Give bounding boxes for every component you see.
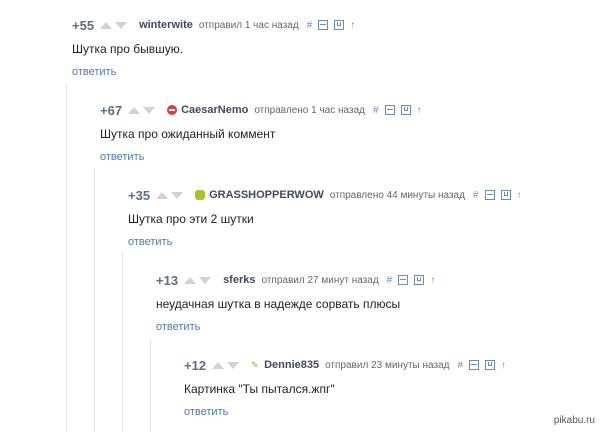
thread-line-3 [122,252,123,432]
rating: +12 [184,357,207,373]
downvote-icon[interactable] [227,361,240,369]
rating: +13 [156,272,179,288]
reply-link[interactable]: ответить [72,66,116,78]
comment-header: +12 ✎ Dennie835 отправил 23 минуты назад… [184,357,512,373]
author-name[interactable]: Dennie835 [264,359,319,371]
downvote-icon[interactable] [115,21,128,29]
collapse-icon[interactable] [384,105,395,115]
parent-arrow-icon[interactable]: ↑ [417,105,422,116]
permalink-icon[interactable]: # [457,360,463,371]
timestamp: отправлено 1 час назад [254,104,365,116]
author-name[interactable]: CaesarNemo [181,104,248,116]
upvote-icon[interactable] [184,276,197,284]
leaf-icon: ✎ [251,359,259,370]
watermark: pikabu.ru [553,415,595,426]
comment-header: +67 CaesarNemo отправлено 1 час назад # … [100,102,428,118]
comment-text: Шутка про бывшую. [72,42,184,56]
avatar-icon [167,105,178,115]
parent-arrow-icon[interactable]: ↑ [501,360,506,371]
parent-arrow-icon[interactable]: ↑ [430,275,435,286]
timestamp: отправил 27 минут назад [261,274,379,286]
thread-line-4 [150,338,151,432]
thread-line-2 [94,168,95,432]
permalink-icon[interactable]: # [473,190,479,201]
comment: +67 CaesarNemo отправлено 1 час назад # … [100,103,428,165]
downvote-icon[interactable] [171,191,184,199]
upvote-icon[interactable] [212,361,225,369]
parent-arrow-icon[interactable]: ↑ [350,20,355,31]
avatar-icon [195,190,206,200]
permalink-icon[interactable]: # [387,275,393,286]
collapse-icon[interactable] [484,190,495,200]
save-icon[interactable] [485,360,496,370]
comment-text: Шутка про ожиданный коммент [100,127,276,141]
comment-text: неудачная шутка в надежде сорвать плюсы [156,297,401,311]
timestamp: отправлено 44 минуты назад [329,189,465,201]
thread-line-1 [66,84,67,432]
parent-arrow-icon[interactable]: ↑ [517,190,522,201]
comment-header: +13 sferks отправил 27 минут назад # ↑ [156,272,441,288]
save-icon[interactable] [334,20,345,30]
upvote-icon[interactable] [128,106,141,114]
comment: +35 GRASSHOPPERWOW отправлено 44 минуты … [128,188,528,250]
comment-text: Картинка "Ты пытался.жпг" [184,382,335,396]
comment-header: +35 GRASSHOPPERWOW отправлено 44 минуты … [128,187,528,203]
permalink-icon[interactable]: # [307,20,313,31]
reply-link[interactable]: ответить [100,151,144,163]
save-icon[interactable] [400,105,411,115]
author-name[interactable]: GRASSHOPPERWOW [209,189,324,201]
comment: +55 winterwite отправил 1 час назад # ↑ … [72,18,361,80]
permalink-icon[interactable]: # [373,105,379,116]
comment-thread: +55 winterwite отправил 1 час назад # ↑ … [0,0,600,432]
rating: +35 [128,187,151,203]
timestamp: отправил 1 час назад [198,19,299,31]
rating: +55 [72,17,95,33]
author-name[interactable]: sferks [223,274,255,286]
upvote-icon[interactable] [100,21,113,29]
comment-text: Шутка про эти 2 шутки [128,212,254,226]
reply-link[interactable]: ответить [128,236,172,248]
collapse-icon[interactable] [469,360,480,370]
collapse-icon[interactable] [398,275,409,285]
comment-header: +55 winterwite отправил 1 час назад # ↑ [72,17,361,33]
timestamp: отправил 23 минуты назад [325,359,450,371]
comment: +12 ✎ Dennie835 отправил 23 минуты назад… [184,358,512,420]
author-name[interactable]: winterwite [139,19,193,31]
upvote-icon[interactable] [156,191,169,199]
reply-link[interactable]: ответить [156,321,200,333]
downvote-icon[interactable] [143,106,156,114]
reply-link[interactable]: ответить [184,406,228,418]
rating: +67 [100,102,123,118]
save-icon[interactable] [500,190,511,200]
downvote-icon[interactable] [199,276,212,284]
collapse-icon[interactable] [318,20,329,30]
save-icon[interactable] [414,275,425,285]
comment: +13 sferks отправил 27 минут назад # ↑ н… [156,273,441,335]
